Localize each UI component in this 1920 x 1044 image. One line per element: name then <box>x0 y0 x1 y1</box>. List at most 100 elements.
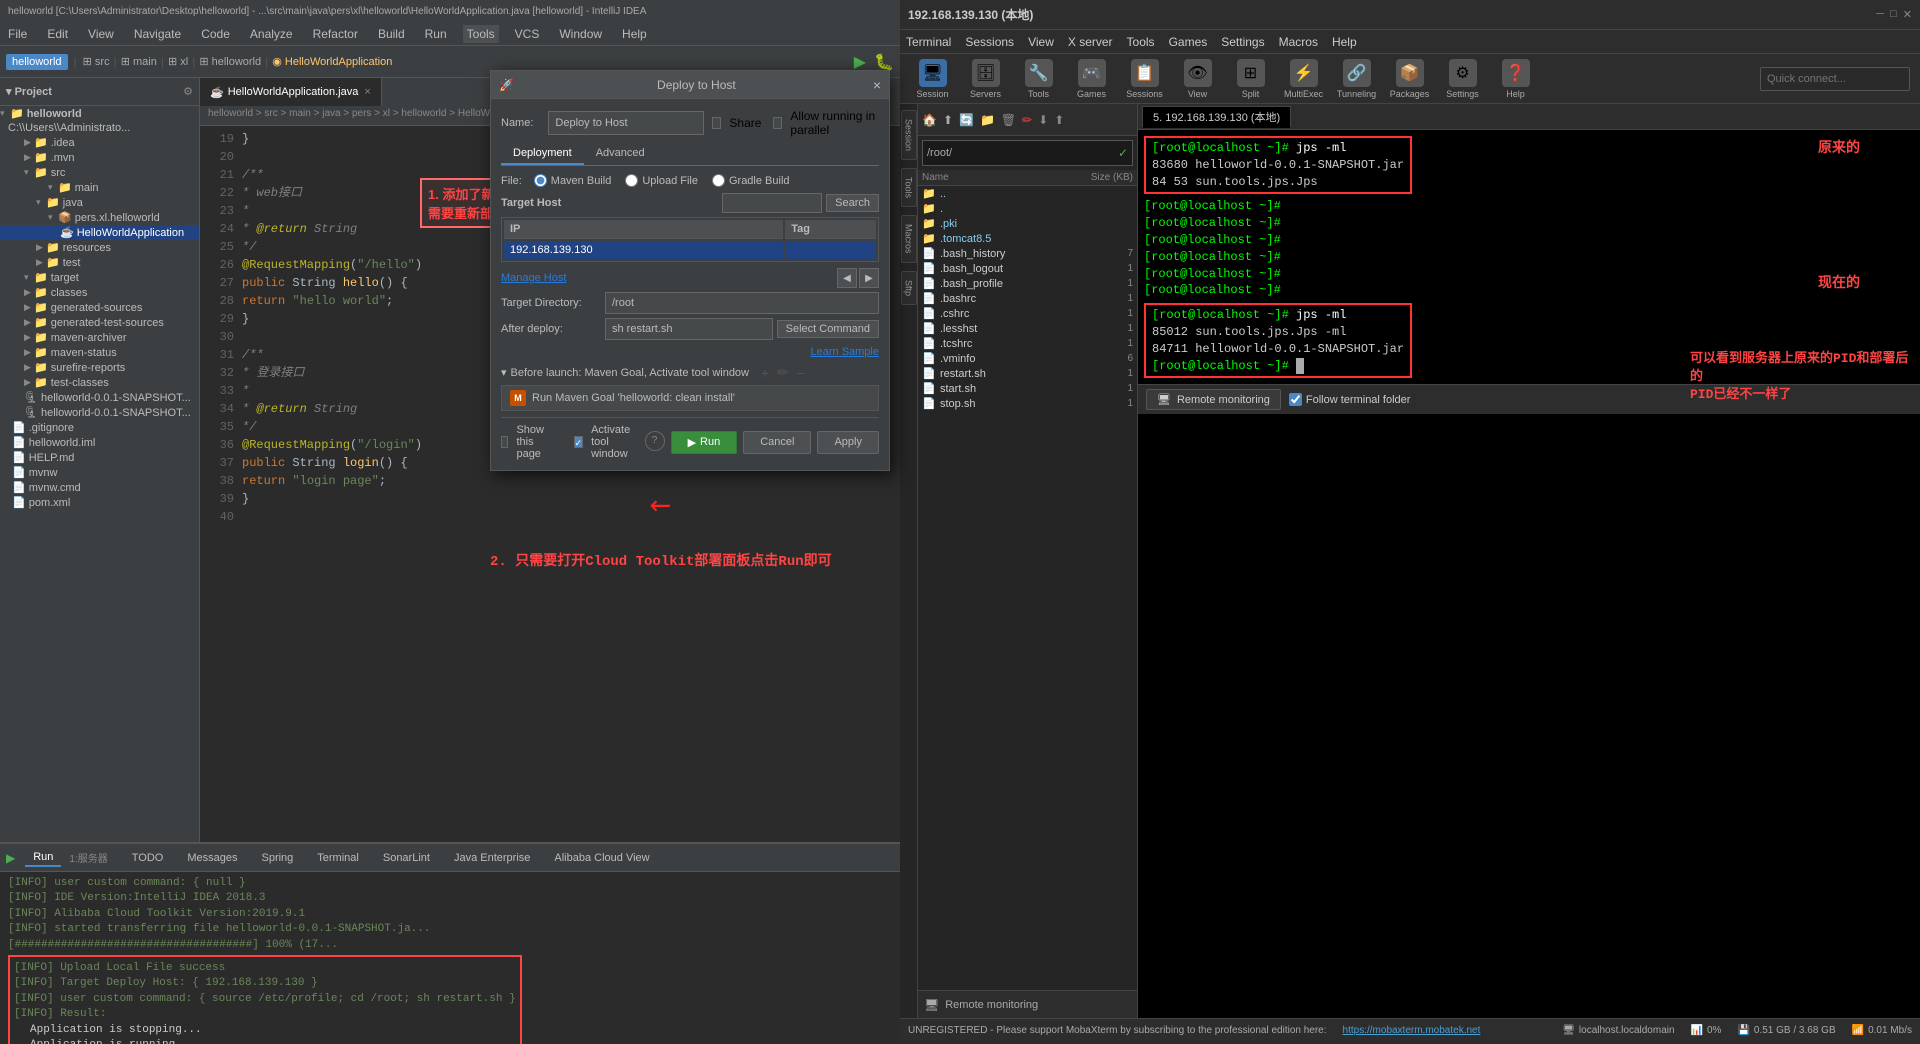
menu-terminal[interactable]: Terminal <box>906 35 951 49</box>
fb-item-cshrc[interactable]: 📄.cshrc1 <box>918 306 1137 321</box>
sidebar-item-main[interactable]: ▾📁main <box>0 180 199 195</box>
learn-sample-link[interactable]: Learn Sample <box>811 346 880 358</box>
before-launch-header[interactable]: ▾ Before launch: Maven Goal, Activate to… <box>501 364 879 381</box>
menu-window[interactable]: Window <box>555 25 606 43</box>
tab-alibaba[interactable]: Alibaba Cloud View <box>546 850 657 866</box>
maven-build-option[interactable]: Maven Build <box>534 174 612 187</box>
sidebar-tab-macros[interactable]: Macros <box>901 215 917 263</box>
upload-file-option[interactable]: Upload File <box>625 174 698 187</box>
fb-item-dotdot[interactable]: 📁.. <box>918 186 1137 201</box>
session-tool[interactable]: 🖥 Session <box>910 59 955 99</box>
sidebar-gear[interactable]: ⚙ <box>183 85 193 98</box>
menu-settings[interactable]: Settings <box>1221 35 1264 49</box>
sidebar-item-java[interactable]: ▾📁java <box>0 195 199 210</box>
remote-monitor-btn[interactable]: 🖥 Remote monitoring <box>1146 389 1281 410</box>
sidebar-item-jar1[interactable]: 🗜helloworld-0.0.1-SNAPSHOT... <box>0 390 199 405</box>
dialog-name-input[interactable] <box>548 111 704 135</box>
fb-item-restart[interactable]: 📄restart.sh1 <box>918 366 1137 381</box>
fb-address-bar[interactable]: /root/ ✓ <box>922 140 1133 166</box>
fb-item-tomcat[interactable]: 📁.tomcat8.5 <box>918 231 1137 246</box>
tab-messages[interactable]: Messages <box>179 850 245 866</box>
help-tool[interactable]: ❓ Help <box>1493 59 1538 99</box>
sidebar-item-idea[interactable]: ▶📁.idea <box>0 135 199 150</box>
fb-remote-monitor-link[interactable]: 🖥 <box>924 998 939 1012</box>
search-button[interactable]: Search <box>826 194 879 212</box>
menu-view-moba[interactable]: View <box>1028 35 1054 49</box>
follow-terminal-label[interactable]: Follow terminal folder <box>1289 393 1411 406</box>
target-dir-input[interactable] <box>605 292 879 314</box>
menu-file[interactable]: File <box>4 25 31 43</box>
host-search-input[interactable] <box>722 193 822 213</box>
activate-tool-label[interactable]: Activate tool window <box>574 424 645 460</box>
menu-navigate[interactable]: Navigate <box>130 25 185 43</box>
sidebar-item-mvn[interactable]: ▶📁.mvn <box>0 150 199 165</box>
menu-tools-moba[interactable]: Tools <box>1127 35 1155 49</box>
activate-tool-chk[interactable] <box>574 436 584 448</box>
menu-vcs[interactable]: VCS <box>511 25 544 43</box>
menu-games[interactable]: Games <box>1169 35 1208 49</box>
editor-tab-close[interactable]: × <box>364 86 370 98</box>
fb-item-dot[interactable]: 📁. <box>918 201 1137 216</box>
sidebar-item-mvnw[interactable]: 📄mvnw <box>0 465 199 480</box>
sidebar-tab-tools[interactable]: Tools <box>901 168 917 207</box>
fb-up-btn[interactable]: ⬆ <box>943 113 953 127</box>
fb-refresh-btn[interactable]: 🔄 <box>959 113 974 127</box>
menu-edit[interactable]: Edit <box>43 25 72 43</box>
menu-xserver[interactable]: X server <box>1068 35 1113 49</box>
dialog-close-btn[interactable]: × <box>873 77 881 93</box>
cancel-button[interactable]: Cancel <box>743 431 811 454</box>
tab-run[interactable]: Run <box>25 849 61 867</box>
sidebar-tab-session[interactable]: Session <box>901 110 917 160</box>
terminal-tab-1[interactable]: 5. 192.168.139.130 (本地) <box>1142 106 1291 128</box>
menu-help-moba[interactable]: Help <box>1332 35 1357 49</box>
sidebar-item-maven-arch[interactable]: ▶📁maven-archiver <box>0 330 199 345</box>
fb-new-dir-btn[interactable]: 📁 <box>980 113 995 127</box>
after-deploy-input[interactable] <box>605 318 773 340</box>
menu-code[interactable]: Code <box>197 25 234 43</box>
toolbar-run-btn[interactable]: ▶ <box>854 52 866 72</box>
project-name[interactable]: helloworld <box>6 54 68 70</box>
games-tool[interactable]: 🎮 Games <box>1069 59 1114 99</box>
sidebar-item-maven-status[interactable]: ▶📁maven-status <box>0 345 199 360</box>
menu-help[interactable]: Help <box>618 25 651 43</box>
sidebar-item-mvnwcmd[interactable]: 📄mvnw.cmd <box>0 480 199 495</box>
tab-todo[interactable]: TODO <box>124 850 172 866</box>
sidebar-item-target[interactable]: ▾📁target <box>0 270 199 285</box>
fb-upload-btn[interactable]: ⬆ <box>1054 113 1064 127</box>
host-row-1[interactable]: 192.168.139.130 <box>504 241 876 259</box>
manage-host-link[interactable]: Manage Host <box>501 272 566 284</box>
toolbar-debug-btn[interactable]: 🐛 <box>874 52 894 72</box>
nav-next[interactable]: ▶ <box>859 268 879 288</box>
sidebar-item-src[interactable]: ▾📁src <box>0 165 199 180</box>
fb-item-pki[interactable]: 📁.pki <box>918 216 1137 231</box>
maximize-btn[interactable]: □ <box>1890 8 1897 21</box>
menu-refactor[interactable]: Refactor <box>309 25 362 43</box>
fb-item-start[interactable]: 📄start.sh1 <box>918 381 1137 396</box>
follow-terminal-chk[interactable] <box>1289 393 1302 406</box>
gradle-build-option[interactable]: Gradle Build <box>712 174 790 187</box>
sidebar-item-iml[interactable]: 📄helloworld.iml <box>0 435 199 450</box>
bl-delete[interactable]: − <box>797 365 805 381</box>
sidebar-item-helloworld[interactable]: ▾📁helloworld <box>0 106 199 121</box>
servers-tool[interactable]: 🗄 Servers <box>963 59 1008 99</box>
tools-tool[interactable]: 🔧 Tools <box>1016 59 1061 99</box>
editor-tab-app[interactable]: ☕ HelloWorldApplication.java × <box>200 78 382 106</box>
multiexec-tool[interactable]: ⚡ MultiExec <box>1281 59 1326 99</box>
view-tool[interactable]: 👁 View <box>1175 59 1220 99</box>
tab-spring[interactable]: Spring <box>253 850 301 866</box>
sidebar-item-pers[interactable]: ▾📦pers.xl.helloworld <box>0 210 199 225</box>
fb-item-bash-history[interactable]: 📄.bash_history7 <box>918 246 1137 261</box>
share-checkbox[interactable] <box>712 117 721 129</box>
bl-add[interactable]: + <box>761 365 769 381</box>
menu-analyze[interactable]: Analyze <box>246 25 297 43</box>
fb-item-stop[interactable]: 📄stop.sh1 <box>918 396 1137 411</box>
sidebar-tab-sftp[interactable]: Sftp <box>901 271 917 305</box>
help-button[interactable]: ? <box>645 431 665 451</box>
sidebar-item-helpmd[interactable]: 📄HELP.md <box>0 450 199 465</box>
run-button[interactable]: ▶ Run <box>671 431 738 454</box>
sidebar-item-test-classes[interactable]: ▶📁test-classes <box>0 375 199 390</box>
minimize-btn[interactable]: ─ <box>1876 8 1884 21</box>
fb-delete-btn[interactable]: 🗑 <box>1001 113 1016 127</box>
sidebar-item-test[interactable]: ▶📁test <box>0 255 199 270</box>
menu-sessions[interactable]: Sessions <box>965 35 1014 49</box>
